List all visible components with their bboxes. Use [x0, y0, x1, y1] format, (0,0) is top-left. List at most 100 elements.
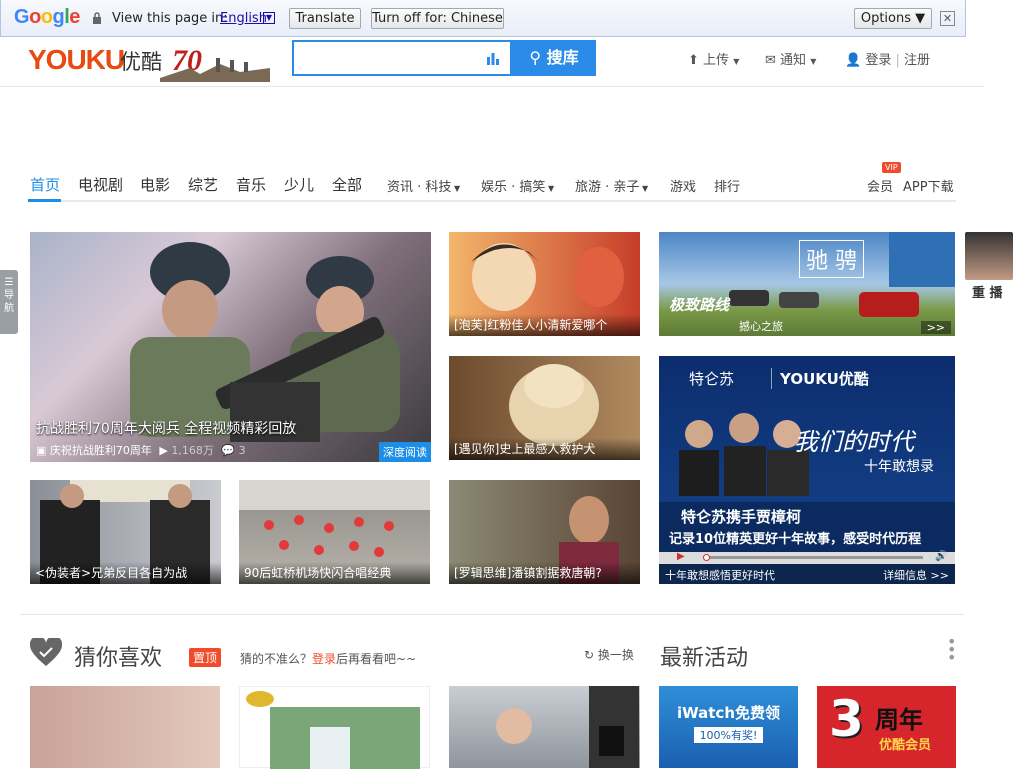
promo-anniversary-title: 周年: [875, 706, 923, 734]
guess-video-2-thumbnail: [246, 691, 420, 769]
nav-app-download[interactable]: APP下载: [903, 176, 954, 195]
nav-ent-label: 娱乐 · 搞笑: [481, 180, 546, 195]
featured-channel[interactable]: 庆祝抗战胜利70周年: [50, 444, 152, 457]
video-tile-1[interactable]: [泡芙]红粉佳人小清新爱哪个: [449, 232, 640, 336]
side-nav-toggle[interactable]: ☰ 导 航: [0, 270, 18, 334]
pin-badge[interactable]: 置顶: [189, 648, 222, 667]
nav-ent[interactable]: 娱乐 · 搞笑 ▼: [481, 176, 554, 195]
car-ad-more[interactable]: >>: [920, 321, 951, 334]
menu-icon: ☰: [4, 277, 14, 288]
ad-line-1: 特仑苏携手贾樟柯: [681, 508, 802, 526]
nav-home[interactable]: 首页: [30, 174, 60, 195]
language-dropdown-icon[interactable]: ▼: [263, 12, 275, 24]
language-link[interactable]: English: [220, 11, 267, 26]
close-icon[interactable]: ✕: [940, 11, 955, 26]
ad-player-bar[interactable]: ▶ 🔊: [659, 551, 955, 564]
nav-games[interactable]: 游戏: [670, 176, 696, 195]
volume-icon[interactable]: 🔊: [935, 551, 947, 562]
more-options-icon[interactable]: • • •: [947, 634, 956, 666]
notify-menu[interactable]: ✉ 通知 ▼: [765, 49, 816, 68]
refresh-button[interactable]: ↻ 换一换: [584, 646, 634, 663]
car-ad-tile[interactable]: 驰 骋 极致路线 撼心之旅 >>: [659, 232, 955, 336]
replay-thumbnail[interactable]: [965, 232, 1013, 280]
channel-icon: ▣: [36, 444, 47, 457]
progress-track[interactable]: [703, 556, 923, 559]
guess-video-2[interactable]: [239, 686, 430, 769]
ad-subheadline: 十年敢想录: [864, 459, 934, 475]
search-button[interactable]: ⚲ 搜库: [512, 40, 596, 76]
nav-all[interactable]: 全部: [332, 174, 362, 195]
nav-movie[interactable]: 电影: [140, 174, 170, 195]
separator: |: [895, 53, 900, 68]
section-divider: [20, 614, 964, 615]
login-link[interactable]: 登录: [865, 53, 891, 68]
heart-icon: [30, 638, 62, 666]
guess-video-3[interactable]: [449, 686, 640, 768]
video-tile-4[interactable]: 90后虹桥机场快闪合唱经典: [239, 480, 430, 584]
nav-travel[interactable]: 旅游 · 亲子 ▼: [575, 176, 648, 195]
comment-icon: 💬: [221, 444, 236, 457]
promo-anniversary[interactable]: 3 周年 优酷会员: [817, 686, 956, 768]
nav-variety[interactable]: 综艺: [188, 174, 218, 195]
car-ad-title: 驰 骋: [799, 240, 864, 278]
replay-label[interactable]: 重 播: [972, 282, 1003, 301]
nav-underline: [28, 200, 956, 202]
progress-handle[interactable]: [703, 554, 710, 561]
video-tile-2[interactable]: [遇见你]史上最感人救护犬: [449, 356, 640, 460]
featured-meta: ▣ 庆祝抗战胜利70周年 ▶ 1,168万 💬 3: [36, 442, 246, 458]
nav-travel-label: 旅游 · 亲子: [575, 180, 640, 195]
featured-title[interactable]: 抗战胜利70周年大阅兵 全程视频精彩回放: [36, 418, 296, 438]
hint-pre: 猜的不准么？: [240, 652, 313, 666]
nav-music[interactable]: 音乐: [236, 174, 266, 195]
guess-title: 猜你喜欢: [74, 646, 163, 671]
anniversary-70-logo: 70: [160, 44, 270, 82]
google-logo: Google: [14, 6, 80, 28]
ad-caption: 十年敢想感悟更好时代: [665, 569, 775, 582]
promo-iwatch[interactable]: iWatch免费领 100%有奖!: [659, 686, 798, 768]
video-tile-3[interactable]: <伪装者>兄弟反目各自为战: [30, 480, 221, 584]
guess-video-3-thumbnail: [496, 686, 639, 768]
featured-comments: 3: [238, 444, 246, 457]
guess-video-1[interactable]: [30, 686, 220, 768]
register-link[interactable]: 注册: [904, 53, 930, 68]
chevron-down-icon: ▼: [639, 184, 649, 193]
video-tile-5[interactable]: [罗辑思维]潘镇割据救唐朝?: [449, 480, 640, 584]
play-icon: ▶: [159, 444, 168, 457]
youku-logo-cn[interactable]: 优酷: [120, 46, 162, 76]
youku-logo[interactable]: YOUKU: [28, 44, 125, 76]
play-icon[interactable]: ▶: [677, 551, 685, 562]
options-button[interactable]: Options ▼: [854, 8, 932, 29]
ad-headline: 我们的时代: [794, 428, 914, 456]
translate-prompt: View this page in:: [112, 11, 228, 26]
translate-bar: Google View this page in: English ▼ Tran…: [0, 0, 966, 37]
voice-search-icon[interactable]: [486, 51, 500, 65]
ad-logo: YOUKU优酷: [771, 368, 869, 389]
nav-kids[interactable]: 少儿: [284, 174, 314, 195]
featured-plays: 1,168万: [171, 444, 214, 457]
turn-off-button[interactable]: Turn off for: Chinese: [371, 8, 504, 29]
promo-iwatch-sub: 100%有奖!: [693, 727, 764, 743]
chevron-down-icon: ▼: [451, 184, 461, 193]
upload-menu[interactable]: ⬆ 上传 ▼: [688, 49, 739, 68]
promo-iwatch-title: iWatch免费领: [676, 704, 780, 722]
tile-1-caption: [泡芙]红粉佳人小清新爱哪个: [449, 314, 640, 336]
upload-label: 上传: [703, 53, 730, 68]
nav-news[interactable]: 资讯 · 科技 ▼: [387, 176, 460, 195]
mail-icon: ✉: [765, 53, 776, 68]
search-input[interactable]: [292, 40, 512, 76]
nav-ranking[interactable]: 排行: [714, 176, 740, 195]
nav-member[interactable]: 会员: [867, 176, 893, 195]
nav-news-label: 资讯 · 科技: [387, 180, 452, 195]
account-links: 👤 登录 | 注册: [845, 49, 930, 68]
milk-ad[interactable]: 特仑苏 YOUKU优酷 我们的时代 十年敢想录 特仑苏携手贾樟柯 记录10位精英…: [659, 356, 955, 584]
featured-video[interactable]: 抗战胜利70周年大阅兵 全程视频精彩回放 ▣ 庆祝抗战胜利70周年 ▶ 1,16…: [30, 232, 431, 462]
ad-more-link[interactable]: 详细信息 >>: [883, 567, 949, 583]
hint-login-link[interactable]: 登录: [312, 652, 336, 666]
nav-active-indicator: [28, 199, 61, 202]
tile-4-caption: 90后虹桥机场快闪合唱经典: [239, 562, 430, 584]
chevron-down-icon: ▼: [810, 57, 817, 66]
promo-number: 3: [829, 690, 864, 748]
featured-tag[interactable]: 深度阅读: [379, 442, 431, 462]
translate-button[interactable]: Translate: [289, 8, 361, 29]
nav-tv[interactable]: 电视剧: [78, 174, 123, 195]
